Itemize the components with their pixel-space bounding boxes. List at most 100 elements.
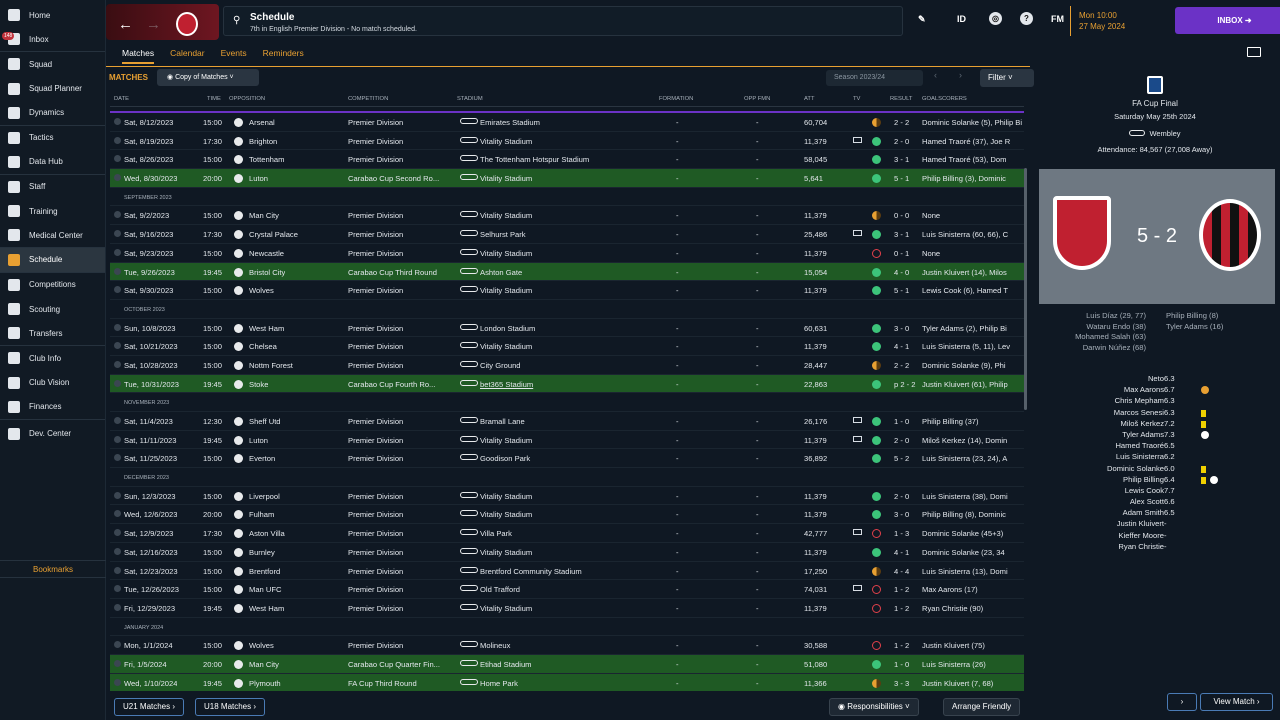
stadium-name[interactable]: Vitality Stadium — [480, 342, 658, 351]
opponent-name[interactable]: Brighton — [249, 137, 277, 146]
u18-matches-button[interactable]: U18 Matches › — [195, 698, 266, 716]
stadium-name[interactable]: The Tottenham Hotspur Stadium — [480, 155, 658, 164]
sidebar-item-club-info[interactable]: Club Info — [0, 346, 105, 371]
result-score[interactable]: 1 - 2 — [894, 604, 909, 613]
stadium-name[interactable]: Vitality Stadium — [480, 436, 658, 445]
rating-row[interactable]: Philip Billing 6.4 — [1070, 475, 1270, 486]
stadium-name[interactable]: Bramall Lane — [480, 417, 658, 426]
column-header-opp-fmn[interactable]: OPP FMN — [744, 96, 770, 102]
sidebar-item-squad[interactable]: Squad — [0, 52, 105, 77]
player-name[interactable]: Luis Sinisterra — [1116, 452, 1164, 461]
rating-row[interactable]: Chris Mepham 6.3 — [1070, 396, 1270, 407]
stadium-name[interactable]: Vitality Stadium — [480, 604, 658, 613]
stadium-name[interactable]: Vitality Stadium — [480, 286, 658, 295]
result-score[interactable]: 3 - 1 — [894, 155, 909, 164]
sidebar-item-schedule[interactable]: Schedule — [0, 248, 105, 273]
sidebar-item-dynamics[interactable]: Dynamics — [0, 101, 105, 126]
opponent-name[interactable]: Chelsea — [249, 342, 277, 351]
prev-season-icon[interactable]: ‹ — [934, 70, 937, 86]
rating-row[interactable]: Tyler Adams 7.3 — [1070, 430, 1270, 441]
table-row[interactable]: Sat, 8/26/2023 15:00 Tottenham Premier Divi… — [110, 150, 1024, 170]
table-row[interactable]: Sat, 8/19/2023 17:30 Brighton Premier Divis… — [110, 132, 1024, 151]
sidebar-item-club-vision[interactable]: Club Vision — [0, 371, 105, 396]
sidebar-item-finances[interactable]: Finances — [0, 395, 105, 420]
competition-name[interactable]: Carabao Cup Quarter Fin... — [348, 660, 456, 669]
table-row[interactable]: Wed, 1/10/2024 19:45 Plymouth FA Cup Third … — [110, 673, 1024, 691]
rating-row[interactable]: Neto 6.3 — [1070, 374, 1270, 385]
player-name[interactable]: Max Aarons — [1124, 385, 1164, 394]
rating-row[interactable]: Kieffer Moore - — [1070, 531, 1270, 542]
competition-name[interactable]: Premier Division — [348, 510, 456, 519]
opponent-name[interactable]: Fulham — [249, 510, 274, 519]
player-name[interactable]: Marcos Senesi — [1114, 408, 1164, 417]
competition-name[interactable]: Premier Division — [348, 604, 456, 613]
view-match-button[interactable]: View Match › — [1200, 693, 1273, 711]
competition-name[interactable]: Premier Division — [348, 342, 456, 351]
competition-name[interactable]: Carabao Cup Third Round — [348, 268, 456, 277]
competition-name[interactable]: Premier Division — [348, 230, 456, 239]
opponent-name[interactable]: Nottm Forest — [249, 361, 293, 370]
result-score[interactable]: 1 - 3 — [894, 529, 909, 538]
result-score[interactable]: 3 - 0 — [894, 324, 909, 333]
rating-row[interactable]: Ryan Christie - — [1070, 542, 1270, 553]
result-score[interactable]: 2 - 2 — [894, 361, 909, 370]
stadium-name[interactable]: Vitality Stadium — [480, 211, 658, 220]
stadium-name[interactable]: Ashton Gate — [480, 268, 658, 277]
stadium-name[interactable]: Old Trafford — [480, 585, 658, 594]
header-search-box[interactable]: ⚲ Schedule 7th in English Premier Divisi… — [223, 6, 903, 36]
rating-row[interactable]: Luis Sinisterra 6.2 — [1070, 452, 1270, 463]
forward-arrow-icon[interactable]: → — [146, 16, 161, 33]
competition-name[interactable]: Premier Division — [348, 324, 456, 333]
player-name[interactable]: Philip Billing — [1123, 475, 1164, 484]
result-score[interactable]: 5 - 2 — [894, 454, 909, 463]
table-row[interactable]: Sat, 8/12/2023 15:00 Arsenal Premier Divisi… — [110, 113, 1024, 132]
competition-name[interactable]: Premier Division — [348, 361, 456, 370]
opponent-name[interactable]: Man City — [249, 660, 279, 669]
opponent-name[interactable]: Aston Villa — [249, 529, 285, 538]
opponent-name[interactable]: Newcastle — [249, 249, 284, 258]
tab-events[interactable]: Events — [221, 44, 247, 64]
search-icon[interactable]: ⚲ — [233, 15, 240, 26]
table-row[interactable]: Sat, 12/9/2023 17:30 Aston Villa Premier Di… — [110, 524, 1024, 543]
result-score[interactable]: 3 - 0 — [894, 510, 909, 519]
table-row[interactable]: Sat, 12/23/2023 15:00 Brentford Premier Div… — [110, 562, 1024, 581]
competition-name[interactable]: Premier Division — [348, 436, 456, 445]
competition-name[interactable]: Premier Division — [348, 417, 456, 426]
stadium-name[interactable]: Vitality Stadium — [480, 174, 658, 183]
competition-name[interactable]: Premier Division — [348, 567, 456, 576]
result-score[interactable]: 4 - 4 — [894, 567, 909, 576]
season-dropdown[interactable]: Season 2023/24 — [826, 70, 923, 86]
rating-row[interactable]: Alex Scott 6.6 — [1070, 497, 1270, 508]
result-score[interactable]: 2 - 0 — [894, 492, 909, 501]
column-header-opposition[interactable]: OPPOSITION — [229, 96, 265, 102]
rating-row[interactable]: Miloš Kerkez 7.2 — [1070, 419, 1270, 430]
result-score[interactable]: 0 - 0 — [894, 211, 909, 220]
player-name[interactable]: Neto — [1148, 374, 1164, 383]
stadium-name[interactable]: Vitality Stadium — [480, 510, 658, 519]
table-row[interactable]: Sat, 9/30/2023 15:00 Wolves Premier Divisio… — [110, 281, 1024, 300]
sidebar-item-transfers[interactable]: Transfers — [0, 322, 105, 346]
stadium-name[interactable]: Vitality Stadium — [480, 249, 658, 258]
stadium-name[interactable]: Emirates Stadium — [480, 118, 658, 127]
column-header-att[interactable]: ATT — [804, 96, 815, 102]
result-score[interactable]: 5 - 1 — [894, 286, 909, 295]
table-row[interactable]: Sun, 12/3/2023 15:00 Liverpool Premier Divi… — [110, 487, 1024, 506]
sidebar-item-data-hub[interactable]: Data Hub — [0, 150, 105, 175]
player-name[interactable]: Ryan Christie — [1118, 542, 1164, 551]
opponent-name[interactable]: Tottenham — [249, 155, 284, 164]
tab-calendar[interactable]: Calendar — [170, 44, 205, 64]
player-name[interactable]: Justin Kluivert — [1117, 519, 1164, 528]
table-row[interactable]: Tue, 12/26/2023 15:00 Man UFC Premier Divis… — [110, 580, 1024, 599]
sidebar-item-competitions[interactable]: Competitions — [0, 273, 105, 298]
scrollbar[interactable] — [1024, 168, 1027, 410]
column-header-formation[interactable]: FORMATION — [659, 96, 693, 102]
game-date[interactable]: Mon 10:00 27 May 2024 — [1070, 6, 1125, 36]
result-score[interactable]: 5 - 1 — [894, 174, 909, 183]
column-header-stadium[interactable]: STADIUM — [457, 96, 483, 102]
result-score[interactable]: 4 - 1 — [894, 342, 909, 351]
result-score[interactable]: 1 - 0 — [894, 417, 909, 426]
help-icon[interactable]: ? — [1020, 12, 1033, 25]
sidebar-item-medical-center[interactable]: Medical Center — [0, 224, 105, 248]
table-row[interactable]: Sat, 10/21/2023 15:00 Chelsea Premier Divis… — [110, 337, 1024, 356]
stadium-name[interactable]: Goodison Park — [480, 454, 658, 463]
